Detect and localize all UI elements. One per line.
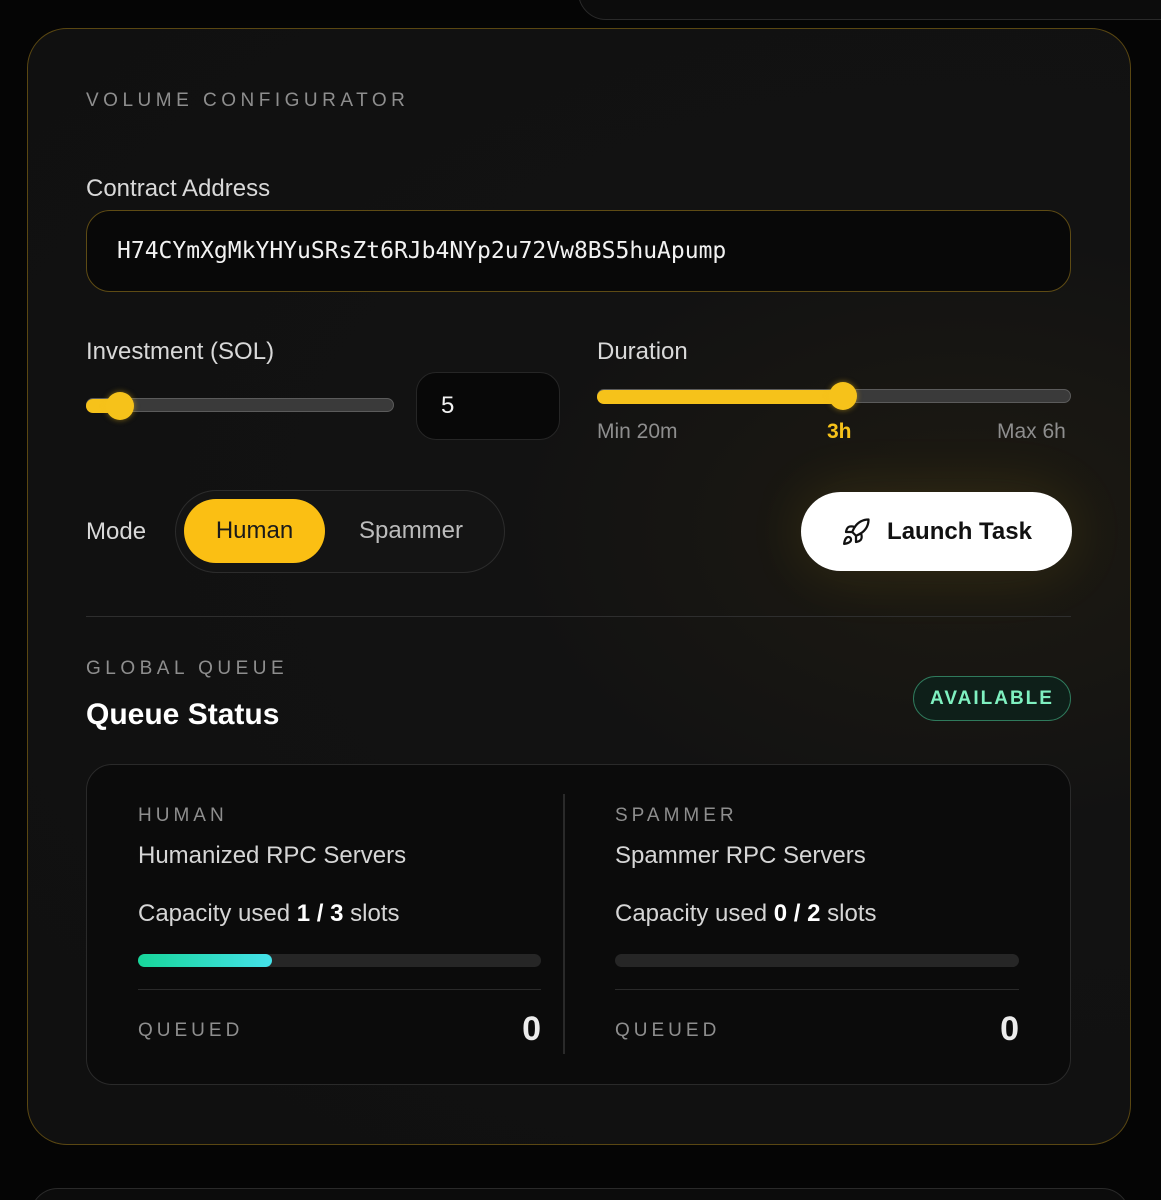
queue-title: Queue Status bbox=[86, 698, 280, 731]
mode-option-spammer[interactable]: Spammer bbox=[336, 499, 486, 563]
spammer-column-eyebrow: SPAMMER bbox=[615, 805, 738, 826]
human-capacity-bar bbox=[138, 954, 541, 967]
status-badge: AVAILABLE bbox=[913, 676, 1071, 721]
mode-label: Mode bbox=[86, 518, 147, 545]
human-queued-value: 0 bbox=[522, 1010, 541, 1048]
spammer-capacity-prefix: Capacity used bbox=[615, 900, 768, 927]
contract-address-input[interactable]: H74CYmXgMkYHYuSRsZt6RJb4NYp2u72Vw8BS5huA… bbox=[86, 210, 1071, 292]
duration-slider-fill bbox=[597, 390, 844, 404]
launch-task-label: Launch Task bbox=[887, 517, 1032, 545]
contract-address-value: H74CYmXgMkYHYuSRsZt6RJb4NYp2u72Vw8BS5huA… bbox=[117, 238, 727, 264]
spammer-column-title: Spammer RPC Servers bbox=[615, 842, 866, 869]
duration-min-label: Min 20m bbox=[597, 420, 678, 443]
background-card-top bbox=[578, 0, 1161, 20]
section-divider bbox=[86, 616, 1071, 617]
spammer-capacity-bar bbox=[615, 954, 1019, 967]
investment-label: Investment (SOL) bbox=[86, 338, 275, 365]
human-capacity-suffix: slots bbox=[350, 900, 400, 927]
investment-input[interactable]: 5 bbox=[416, 372, 560, 440]
spammer-capacity-total: 2 bbox=[807, 900, 821, 927]
duration-label: Duration bbox=[597, 338, 688, 365]
spammer-row-separator bbox=[615, 989, 1019, 990]
investment-slider-thumb[interactable] bbox=[105, 392, 134, 420]
spammer-capacity-text: Capacity used 0 / 2 slots bbox=[615, 900, 877, 928]
human-column-eyebrow: HUMAN bbox=[138, 805, 228, 826]
human-capacity-separator: / bbox=[316, 900, 324, 927]
human-capacity-used: 1 bbox=[296, 900, 311, 927]
contract-address-label: Contract Address bbox=[86, 175, 271, 202]
human-column-title: Humanized RPC Servers bbox=[138, 842, 407, 869]
configurator-eyebrow: VOLUME CONFIGURATOR bbox=[86, 90, 410, 111]
human-capacity-total: 3 bbox=[330, 900, 344, 927]
spammer-queued-value: 0 bbox=[1000, 1010, 1019, 1048]
human-capacity-prefix: Capacity used bbox=[138, 900, 291, 927]
spammer-capacity-suffix: slots bbox=[827, 900, 877, 927]
queue-eyebrow: GLOBAL QUEUE bbox=[86, 658, 289, 679]
human-capacity-text: Capacity used 1 / 3 slots bbox=[138, 900, 400, 928]
spammer-capacity-used: 0 bbox=[773, 900, 788, 927]
background-card-bottom bbox=[30, 1188, 1130, 1200]
spammer-queued-label: QUEUED bbox=[615, 1020, 721, 1041]
launch-task-button[interactable]: Launch Task bbox=[801, 492, 1072, 571]
queue-column-separator bbox=[563, 794, 565, 1054]
duration-max-label: Max 6h bbox=[997, 420, 1066, 443]
spammer-capacity-separator: / bbox=[793, 900, 801, 927]
human-queued-label: QUEUED bbox=[138, 1020, 244, 1041]
mode-toggle: Human Spammer bbox=[175, 490, 505, 573]
mode-option-human[interactable]: Human bbox=[184, 499, 325, 563]
rocket-icon bbox=[841, 517, 871, 547]
human-row-separator bbox=[138, 989, 541, 990]
human-capacity-fill bbox=[138, 954, 273, 967]
duration-current-label: 3h bbox=[827, 420, 852, 443]
